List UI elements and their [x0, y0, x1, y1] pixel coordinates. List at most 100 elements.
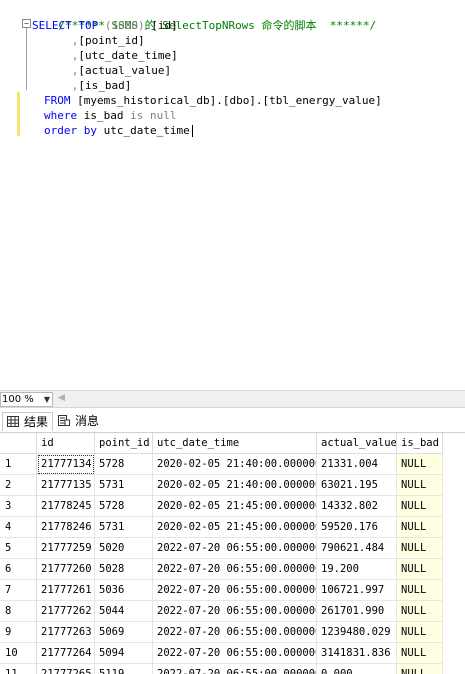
- cell-utc-date-time[interactable]: 2022-07-20 06:55:00.0000000: [153, 538, 317, 559]
- table-row[interactable]: 10 21777264 5094 2022-07-20 06:55:00.000000…: [0, 643, 465, 664]
- row-number[interactable]: 4: [0, 517, 37, 538]
- cell-actual-value[interactable]: 3141831.836: [317, 643, 397, 664]
- cell-is-bad[interactable]: NULL: [397, 496, 443, 517]
- table-row[interactable]: 8 21777262 5044 2022-07-20 06:55:00.0000000…: [0, 601, 465, 622]
- table-row[interactable]: 5 21777259 5020 2022-07-20 06:55:00.0000000…: [0, 538, 465, 559]
- cell-actual-value[interactable]: 19.200: [317, 559, 397, 580]
- cell-actual-value[interactable]: 1239480.029: [317, 622, 397, 643]
- cell-actual-value[interactable]: 790621.484: [317, 538, 397, 559]
- results-grid[interactable]: id point_id utc_date_time actual_value i…: [0, 432, 465, 674]
- cell-point-id[interactable]: 5044: [95, 601, 153, 622]
- table-row[interactable]: 9 21777263 5069 2022-07-20 06:55:00.0000000…: [0, 622, 465, 643]
- cell-is-bad[interactable]: NULL: [397, 475, 443, 496]
- cell-utc-date-time[interactable]: 2020-02-05 21:40:00.0000000: [153, 475, 317, 496]
- cell-id[interactable]: 21777265: [37, 664, 95, 674]
- table-row[interactable]: 3 21778245 5728 2020-02-05 21:45:00.0000000…: [0, 496, 465, 517]
- tab-messages[interactable]: 消息: [54, 412, 103, 431]
- cell-id[interactable]: 21777259: [37, 538, 95, 559]
- column-header-point-id[interactable]: point_id: [95, 433, 153, 454]
- table-row[interactable]: 1 21777134 5728 2020-02-05 21:40:00.0000000…: [0, 454, 465, 475]
- cell-id[interactable]: 21777135: [37, 475, 95, 496]
- cell-is-bad[interactable]: NULL: [397, 517, 443, 538]
- query-editor[interactable]: − /****** SSMS 的 SelectTopNRows 命令的脚本 **…: [0, 0, 465, 390]
- cell-utc-date-time[interactable]: 2022-07-20 06:55:00.0000000: [153, 559, 317, 580]
- zoom-dropdown[interactable]: 100 % ▼: [0, 392, 53, 407]
- table-row[interactable]: 6 21777260 5028 2022-07-20 06:55:00.0000000…: [0, 559, 465, 580]
- grid-header-row: id point_id utc_date_time actual_value i…: [0, 433, 465, 454]
- column-header-id[interactable]: id: [37, 433, 95, 454]
- cell-is-bad[interactable]: NULL: [397, 454, 443, 475]
- cell-point-id[interactable]: 5069: [95, 622, 153, 643]
- cell-id[interactable]: 21777262: [37, 601, 95, 622]
- cell-utc-date-time[interactable]: 2022-07-20 06:55:00.0000000: [153, 664, 317, 674]
- cell-utc-date-time[interactable]: 2020-02-05 21:40:00.0000000: [153, 454, 317, 475]
- cell-is-bad[interactable]: NULL: [397, 580, 443, 601]
- row-number[interactable]: 3: [0, 496, 37, 517]
- cell-utc-date-time[interactable]: 2022-07-20 06:55:00.0000000: [153, 643, 317, 664]
- row-number[interactable]: 6: [0, 559, 37, 580]
- cell-utc-date-time[interactable]: 2022-07-20 06:55:00.0000000: [153, 601, 317, 622]
- cell-id[interactable]: 21778246: [37, 517, 95, 538]
- cell-actual-value[interactable]: 106721.997: [317, 580, 397, 601]
- cell-actual-value[interactable]: 63021.195: [317, 475, 397, 496]
- code-line-4: ,[utc_date_time]: [32, 48, 178, 63]
- cell-point-id[interactable]: 5731: [95, 475, 153, 496]
- column-header-is-bad[interactable]: is_bad: [397, 433, 443, 454]
- cell-actual-value[interactable]: 59520.176: [317, 517, 397, 538]
- row-number[interactable]: 8: [0, 601, 37, 622]
- table-row[interactable]: 7 21777261 5036 2022-07-20 06:55:00.0000000…: [0, 580, 465, 601]
- keyword-is-null: is null: [130, 109, 177, 122]
- cell-point-id[interactable]: 5020: [95, 538, 153, 559]
- code-line-1: /****** SSMS 的 SelectTopNRows 命令的脚本 ****…: [32, 3, 377, 32]
- cell-is-bad[interactable]: NULL: [397, 643, 443, 664]
- row-number[interactable]: 5: [0, 538, 37, 559]
- tab-messages-label: 消息: [75, 414, 100, 428]
- row-number[interactable]: 9: [0, 622, 37, 643]
- cell-is-bad[interactable]: NULL: [397, 601, 443, 622]
- cell-point-id[interactable]: 5036: [95, 580, 153, 601]
- cell-is-bad[interactable]: NULL: [397, 559, 443, 580]
- cell-id[interactable]: 21777260: [37, 559, 95, 580]
- code-line-7: FROM [myems_historical_db].[dbo].[tbl_en…: [44, 93, 382, 108]
- table-row[interactable]: 11 21777265 5119 2022-07-20 06:55:00.000000…: [0, 664, 465, 674]
- cell-point-id[interactable]: 5119: [95, 664, 153, 674]
- cell-point-id[interactable]: 5731: [95, 517, 153, 538]
- table-row[interactable]: 2 21777135 5731 2020-02-05 21:40:00.0000000…: [0, 475, 465, 496]
- cell-utc-date-time[interactable]: 2022-07-20 06:55:00.0000000: [153, 580, 317, 601]
- cell-id[interactable]: 21778245: [37, 496, 95, 517]
- table-row[interactable]: 4 21778246 5731 2020-02-05 21:45:00.0000000…: [0, 517, 465, 538]
- column-header-actual-value[interactable]: actual_value: [317, 433, 397, 454]
- cell-is-bad[interactable]: NULL: [397, 538, 443, 559]
- cell-id[interactable]: 21777134: [37, 454, 95, 475]
- row-number[interactable]: 10: [0, 643, 37, 664]
- column-header-utc-date-time[interactable]: utc_date_time: [153, 433, 317, 454]
- cell-utc-date-time[interactable]: 2022-07-20 06:55:00.0000000: [153, 622, 317, 643]
- cell-point-id[interactable]: 5094: [95, 643, 153, 664]
- row-number[interactable]: 11: [0, 664, 37, 674]
- cell-actual-value[interactable]: 14332.802: [317, 496, 397, 517]
- code-line-3: ,[point_id]: [32, 33, 145, 48]
- tab-results-label: 结果: [24, 415, 49, 429]
- result-tabs: 结果 消息: [0, 410, 465, 432]
- collapse-region-icon[interactable]: −: [22, 19, 31, 28]
- row-header-corner[interactable]: [0, 433, 37, 454]
- row-number[interactable]: 2: [0, 475, 37, 496]
- row-number[interactable]: 7: [0, 580, 37, 601]
- text-caret: [191, 125, 193, 137]
- scroll-left-icon[interactable]: ◀: [58, 393, 65, 403]
- tab-results[interactable]: 结果: [2, 412, 54, 431]
- cell-id[interactable]: 21777261: [37, 580, 95, 601]
- cell-point-id[interactable]: 5028: [95, 559, 153, 580]
- cell-is-bad[interactable]: NULL: [397, 622, 443, 643]
- cell-utc-date-time[interactable]: 2020-02-05 21:45:00.0000000: [153, 517, 317, 538]
- cell-utc-date-time[interactable]: 2020-02-05 21:45:00.0000000: [153, 496, 317, 517]
- cell-id[interactable]: 21777263: [37, 622, 95, 643]
- row-number[interactable]: 1: [0, 454, 37, 475]
- cell-is-bad[interactable]: NULL: [397, 664, 443, 674]
- cell-point-id[interactable]: 5728: [95, 454, 153, 475]
- cell-actual-value[interactable]: 261701.990: [317, 601, 397, 622]
- cell-point-id[interactable]: 5728: [95, 496, 153, 517]
- cell-actual-value[interactable]: 21331.004: [317, 454, 397, 475]
- cell-actual-value[interactable]: 0.000: [317, 664, 397, 674]
- cell-id[interactable]: 21777264: [37, 643, 95, 664]
